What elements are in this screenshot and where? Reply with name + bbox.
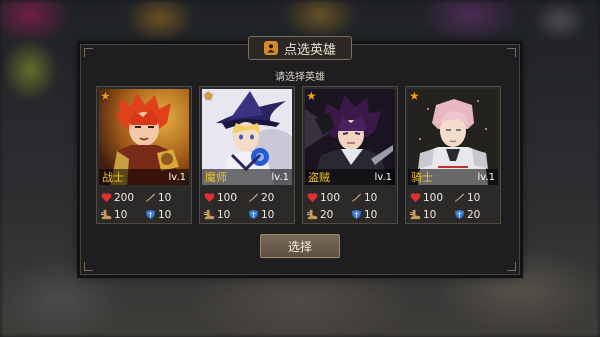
hero-namebar: 盗贼 lv.1	[305, 169, 395, 185]
hero-name: 盗贼	[308, 171, 330, 184]
hp-stat: 100	[410, 192, 454, 204]
speed-value: 10	[114, 208, 128, 221]
star-icon: ★	[100, 89, 111, 103]
hero-card-mage[interactable]: ★ 魔师 lv.1 100 20 10 10	[199, 86, 295, 224]
attack-value: 10	[158, 191, 172, 204]
hero-stats: 100 10 10 20	[410, 189, 498, 223]
sword-icon	[454, 193, 464, 202]
hero-card-rogue[interactable]: ★ 盗贼 lv.1 100 10 20 10	[302, 86, 398, 224]
hp-stat: 100	[307, 192, 351, 204]
attack-stat: 10	[454, 192, 498, 204]
speed-value: 20	[320, 208, 334, 221]
sword-icon	[145, 193, 155, 202]
hp-value: 100	[320, 191, 341, 204]
hero-name: 战士	[102, 171, 124, 184]
hero-card-warrior[interactable]: ★ 战士 lv.1 200 10 10 10	[96, 86, 192, 224]
boot-icon	[410, 209, 421, 220]
sword-icon	[351, 193, 361, 202]
select-button[interactable]: 选择	[260, 234, 340, 258]
hero-namebar: 魔师 lv.1	[202, 169, 292, 185]
attack-value: 20	[261, 191, 275, 204]
defense-stat: 10	[145, 209, 189, 221]
hero-stats: 200 10 10 10	[101, 189, 189, 223]
star-icon: ★	[306, 89, 317, 103]
defense-stat: 10	[351, 209, 395, 221]
heart-icon	[204, 193, 215, 203]
hero-level: lv.1	[477, 171, 495, 183]
shield-icon	[248, 209, 259, 220]
heart-icon	[410, 193, 421, 203]
defense-stat: 10	[248, 209, 292, 221]
attack-stat: 10	[351, 192, 395, 204]
dialog-subtitle: 请选择英雄	[275, 72, 325, 83]
speed-stat: 10	[410, 209, 454, 221]
dialog-title-tab: 点选英雄	[248, 36, 352, 60]
hero-stats: 100 20 10 10	[204, 189, 292, 223]
shield-icon	[454, 209, 465, 220]
attack-value: 10	[467, 191, 481, 204]
defense-value: 10	[364, 208, 378, 221]
star-icon: ★	[203, 89, 214, 103]
heart-icon	[307, 193, 318, 203]
hp-stat: 100	[204, 192, 248, 204]
hero-level: lv.1	[374, 171, 392, 183]
shield-icon	[145, 209, 156, 220]
sword-icon	[248, 193, 258, 202]
attack-stat: 10	[145, 192, 189, 204]
defense-value: 10	[158, 208, 172, 221]
hp-value: 200	[114, 191, 135, 204]
defense-value: 20	[467, 208, 481, 221]
hero-level: lv.1	[271, 171, 289, 183]
boot-icon	[204, 209, 215, 220]
star-icon: ★	[409, 89, 420, 103]
panel-corner	[84, 48, 93, 57]
hp-value: 100	[217, 191, 238, 204]
heart-icon	[101, 193, 112, 203]
panel-corner	[507, 262, 516, 271]
boot-icon	[101, 209, 112, 220]
speed-stat: 20	[307, 209, 351, 221]
hero-card-knight[interactable]: ★ 骑士 lv.1 100 10 10 20	[405, 86, 501, 224]
hero-badge-icon	[263, 41, 278, 55]
hp-value: 100	[423, 191, 444, 204]
speed-value: 10	[423, 208, 437, 221]
hero-namebar: 战士 lv.1	[99, 169, 189, 185]
hero-stats: 100 10 20 10	[307, 189, 395, 223]
attack-value: 10	[364, 191, 378, 204]
defense-stat: 20	[454, 209, 498, 221]
panel-corner	[507, 48, 516, 57]
panel-corner	[84, 262, 93, 271]
hp-stat: 200	[101, 192, 145, 204]
shield-icon	[351, 209, 362, 220]
hero-namebar: 骑士 lv.1	[408, 169, 498, 185]
speed-stat: 10	[101, 209, 145, 221]
defense-value: 10	[261, 208, 275, 221]
boot-icon	[307, 209, 318, 220]
dialog-title: 点选英雄	[283, 42, 336, 58]
hero-level: lv.1	[168, 171, 186, 183]
hero-name: 魔师	[205, 171, 227, 184]
hero-name: 骑士	[411, 171, 433, 184]
attack-stat: 20	[248, 192, 292, 204]
speed-value: 10	[217, 208, 231, 221]
speed-stat: 10	[204, 209, 248, 221]
